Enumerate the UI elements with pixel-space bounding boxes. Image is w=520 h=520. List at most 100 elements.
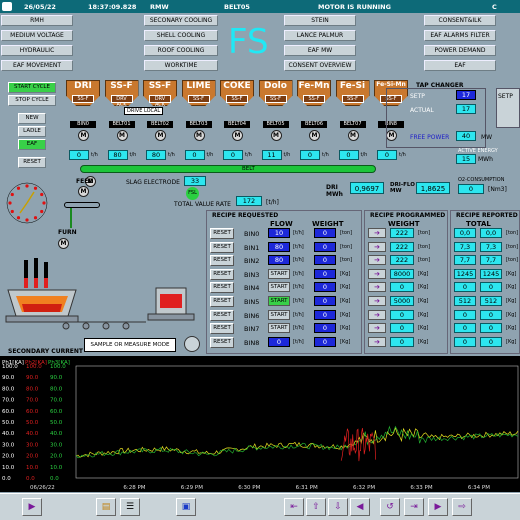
clock-tick bbox=[33, 216, 38, 220]
nav-left-icon[interactable]: ◀ bbox=[350, 498, 370, 516]
y-tick-label: 80.0 bbox=[50, 386, 63, 392]
recipe-reset-button[interactable]: RESET bbox=[210, 241, 234, 253]
new-button[interactable]: NEW bbox=[18, 113, 46, 124]
recipe-flow-value[interactable]: 80 bbox=[268, 255, 290, 266]
recipe-flow-value[interactable]: 10 bbox=[268, 228, 290, 238]
user: RMW bbox=[150, 3, 169, 11]
menu-power-demand[interactable]: POWER DEMAND bbox=[424, 45, 496, 56]
up-icon[interactable]: ⇧ bbox=[306, 498, 326, 516]
menu-stein[interactable]: STEIN bbox=[284, 15, 356, 26]
recipe-reset-button[interactable]: RESET bbox=[210, 296, 234, 307]
menu-eaf-mw[interactable]: EAF MW bbox=[284, 45, 356, 56]
recipe-transfer-arrow-icon[interactable]: ➔ bbox=[368, 296, 386, 306]
recipe-weight-value[interactable]: 0 bbox=[314, 228, 336, 238]
eaf-button[interactable]: EAF bbox=[18, 139, 46, 150]
menu-rmh[interactable]: RMH bbox=[1, 15, 73, 26]
menu-lance-palmur[interactable]: LANCE PALMUR bbox=[284, 30, 356, 41]
menu-secondary-cooling[interactable]: SECONARY COOLING bbox=[144, 15, 218, 26]
hopper-motor-icon[interactable]: M bbox=[270, 130, 282, 141]
recipe-transfer-arrow-icon[interactable]: ➔ bbox=[368, 323, 386, 334]
recipe-start-button[interactable]: START bbox=[268, 268, 290, 279]
hopper-name: COKE bbox=[223, 81, 251, 91]
play-icon[interactable]: ▶ bbox=[22, 498, 42, 516]
y-tick-label: 30.0 bbox=[26, 442, 39, 448]
menu-medium-voltage[interactable]: MEDIUM VOLTAGE bbox=[1, 30, 73, 41]
nav-right-icon[interactable]: ▶ bbox=[428, 498, 448, 516]
menu-eaf-alarms-filter[interactable]: EAF ALARMS FILTER bbox=[424, 30, 496, 41]
list-icon[interactable]: ☰ bbox=[120, 498, 140, 516]
recipe-transfer-arrow-icon[interactable]: ➔ bbox=[368, 255, 386, 266]
menu-eaf-movement[interactable]: EAF MOVEMENT bbox=[1, 60, 73, 71]
recipe-flow-value[interactable]: 0 bbox=[268, 336, 290, 347]
recipe-start-button[interactable]: START bbox=[268, 309, 290, 320]
menu-eaf[interactable]: EAF bbox=[424, 60, 496, 71]
y-tick-label: 90.0 bbox=[2, 375, 15, 381]
recipe-transfer-arrow-icon[interactable]: ➔ bbox=[368, 336, 386, 347]
recipe-weight-value[interactable]: 0 bbox=[314, 323, 336, 334]
menu-worktime[interactable]: WORKTIME bbox=[144, 60, 218, 71]
recipe-start-button[interactable]: START bbox=[268, 282, 290, 293]
recipe-weight-value[interactable]: 0 bbox=[314, 241, 336, 252]
recipe-weight-value[interactable]: 0 bbox=[314, 296, 336, 306]
recipe-reported-total: 0 bbox=[480, 336, 502, 347]
sample-mode-toggle[interactable] bbox=[184, 336, 200, 352]
hopper-motor-icon[interactable]: M bbox=[78, 130, 89, 141]
stop-cycle-button[interactable]: STOP CYCLE bbox=[8, 95, 56, 106]
start-cycle-button[interactable]: START CYCLE bbox=[8, 82, 56, 93]
recipe-weight-value[interactable]: 0 bbox=[314, 282, 336, 293]
hopper-flow-value: 11 bbox=[261, 150, 282, 160]
recipe-transfer-arrow-icon[interactable]: ➔ bbox=[368, 282, 386, 293]
recipe-start-button[interactable]: START bbox=[268, 296, 290, 306]
recipe-transfer-arrow-icon[interactable]: ➔ bbox=[368, 228, 386, 238]
export-icon[interactable]: ⇥ bbox=[404, 498, 424, 516]
menu-hydraulic[interactable]: HYDRAULIC bbox=[1, 45, 73, 56]
sample-mode-box[interactable]: SAMPLE OR MEASURE MODE bbox=[84, 338, 176, 352]
recipe-transfer-arrow-icon[interactable]: ➔ bbox=[368, 309, 386, 320]
recipe-reported-value: 0 bbox=[454, 282, 476, 293]
menu-shell-cooling[interactable]: SHELL COOLING bbox=[144, 30, 218, 41]
recipe-start-button[interactable]: START bbox=[268, 323, 290, 334]
menu-consent-ilk[interactable]: CONSENT&ILK bbox=[424, 15, 496, 26]
reset-cycle-button[interactable]: RESET bbox=[18, 157, 46, 168]
recipe-programmed-value: 222 bbox=[390, 255, 414, 266]
hopper-motor-icon[interactable]: M bbox=[309, 130, 320, 141]
recipe-programmed-unit: [Kg] bbox=[418, 338, 429, 345]
trend-icon[interactable]: ▣ bbox=[176, 498, 196, 516]
folder-icon[interactable]: ▤ bbox=[96, 498, 116, 516]
hopper-flow-value: 0 bbox=[300, 150, 320, 160]
down-icon[interactable]: ⇩ bbox=[328, 498, 348, 516]
actual-label: ACTUAL bbox=[410, 107, 434, 114]
forward-icon[interactable]: ⇨ bbox=[452, 498, 472, 516]
hopper-motor-icon[interactable]: M bbox=[347, 130, 359, 141]
recipe-flow-value[interactable]: 80 bbox=[268, 241, 290, 252]
recipe-weight-value[interactable]: 0 bbox=[314, 336, 336, 347]
recipe-reset-button[interactable]: RESET bbox=[210, 336, 234, 348]
refresh-icon[interactable]: ↺ bbox=[380, 498, 400, 516]
menu-roof-cooling[interactable]: ROOF COOLING bbox=[144, 45, 218, 56]
menu-consent-overview[interactable]: CONSENT OVERVIEW bbox=[284, 60, 356, 71]
recipe-weight-value[interactable]: 0 bbox=[314, 268, 336, 279]
recipe-reset-button[interactable]: RESET bbox=[210, 323, 234, 335]
hopper-motor-icon[interactable]: M bbox=[232, 130, 243, 141]
recipe-weight-value[interactable]: 0 bbox=[314, 309, 336, 320]
hopper-motor-icon[interactable]: M bbox=[116, 130, 128, 141]
nav-first-icon[interactable]: ⇤ bbox=[284, 498, 304, 516]
hopper-name: SS-F bbox=[110, 81, 133, 91]
recipe-reset-button[interactable]: RESET bbox=[210, 255, 234, 267]
recipe-reset-button[interactable]: RESET bbox=[210, 268, 234, 280]
clock-tick bbox=[25, 218, 29, 222]
recipe-programmed-unit: [Kg] bbox=[418, 284, 429, 291]
recipe-programmed-unit: [Kg] bbox=[418, 270, 429, 277]
recipe-transfer-arrow-icon[interactable]: ➔ bbox=[368, 241, 386, 252]
recipe-programmed-unit: [Kg] bbox=[418, 311, 429, 318]
hopper-motor-icon[interactable]: M bbox=[155, 130, 166, 141]
recipe-reset-button[interactable]: RESET bbox=[210, 228, 234, 239]
recipe-reset-button[interactable]: RESET bbox=[210, 282, 234, 294]
x-tick-label: 6:30 PM bbox=[238, 485, 260, 491]
tap-setp-value[interactable]: 17 bbox=[456, 90, 476, 100]
recipe-transfer-arrow-icon[interactable]: ➔ bbox=[368, 268, 386, 279]
recipe-weight-value[interactable]: 0 bbox=[314, 255, 336, 266]
ladle-button[interactable]: LADLE bbox=[18, 126, 46, 137]
recipe-reset-button[interactable]: RESET bbox=[210, 309, 234, 321]
hopper-motor-icon[interactable]: M bbox=[193, 130, 205, 141]
